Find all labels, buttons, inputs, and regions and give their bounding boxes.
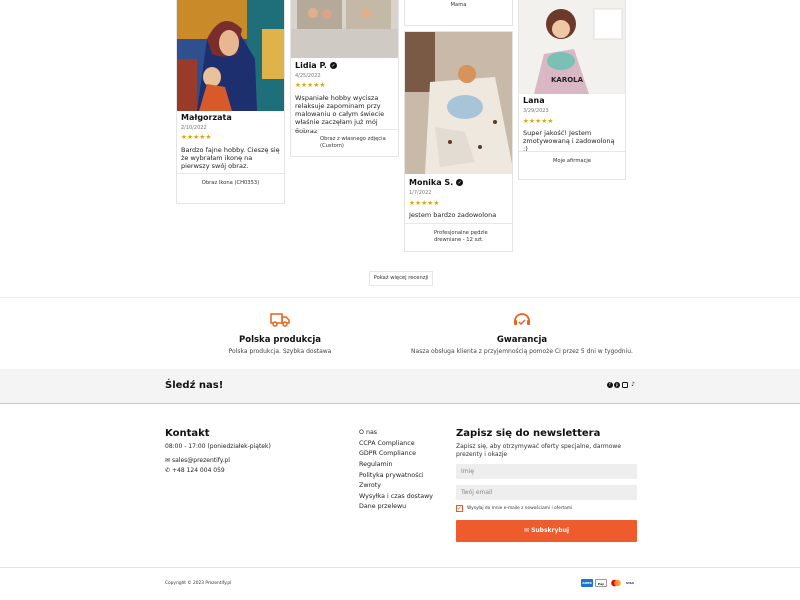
name-input[interactable]: Imię — [456, 464, 637, 479]
instagram-icon[interactable]: ◦ — [622, 382, 628, 388]
visa-icon: VISA — [624, 579, 636, 587]
feature-title: Polska produkcja — [239, 335, 321, 345]
newsletter-title: Zapisz się do newslettera — [456, 428, 601, 439]
email-input[interactable]: Twój email — [456, 485, 637, 500]
subscribe-button[interactable]: ✉ Subskrybuj — [456, 520, 637, 542]
review-card: KAROLA Lana 3/29/2023 ★★★★★ Super jakość… — [518, 0, 626, 180]
review-card: Małgorzata 2/10/2022 ★★★★★ Bardzo fajne … — [176, 0, 285, 204]
star-rating: ★★★★★ — [295, 81, 326, 89]
icon-painting-in-progress-photo — [405, 32, 512, 174]
icon-affirmation-painting: KAROLA — [519, 0, 625, 94]
footer-link[interactable]: CCPA Compliance — [359, 440, 415, 447]
feature-text: Nasza obsługa klienta z przyjemnością po… — [411, 348, 633, 355]
tiktok-icon[interactable]: ♪ — [630, 382, 636, 388]
review-photo[interactable]: KAROLA — [519, 0, 625, 94]
amex-icon: AMEX — [581, 579, 593, 587]
review-card: Lidia P. ✓ 4/25/2022 ★★★★★ Wspaniałe hobb… — [290, 0, 399, 157]
divider — [0, 567, 800, 568]
contact-title: Kontakt — [165, 428, 210, 439]
footer-link[interactable]: Wysyłka i czas dostawy — [359, 493, 433, 500]
review-card: Mama — [404, 0, 513, 26]
divider — [0, 297, 800, 298]
contact-email-row[interactable]: ✉ sales@prezentify.pl — [165, 457, 230, 464]
photo-caption: KAROLA — [551, 76, 584, 84]
feature-title: Gwarancja — [496, 335, 548, 345]
phone-icon: ✆ — [165, 467, 171, 474]
mastercard-icon — [610, 579, 622, 587]
contact-phone[interactable]: +48 124 004 059 — [172, 467, 225, 474]
footer-link[interactable]: Regulamin — [359, 461, 392, 468]
star-rating: ★★★★★ — [523, 117, 554, 125]
review-product-link[interactable]: Obraz z własnego zdjęcia (Custom) — [291, 129, 398, 158]
reviewer-name: Małgorzata — [181, 113, 232, 122]
consent-label: Wysyłaj do mnie e-maile z nowościami i o… — [467, 506, 573, 511]
truck-icon — [270, 312, 290, 331]
review-photo[interactable] — [177, 0, 284, 111]
review-date: 2/10/2022 — [181, 125, 207, 131]
verified-check-icon: ✓ — [456, 179, 464, 186]
star-rating: ★★★★★ — [409, 199, 440, 207]
review-product-link[interactable]: Profesjonalne pędzle drewniane - 12 szt. — [405, 223, 512, 253]
mail-icon: ✉ — [165, 457, 171, 464]
footer-link[interactable]: Dane przelewu — [359, 503, 406, 510]
reviewer-name: Monika S. ✓ — [409, 178, 464, 187]
footer-link[interactable]: Polityka prywatności — [359, 472, 424, 479]
review-date: 1/7/2022 — [409, 190, 432, 196]
icon-painting-image — [177, 0, 284, 111]
review-photo[interactable] — [291, 0, 398, 58]
contact-phone-row[interactable]: ✆ +48 124 004 059 — [165, 467, 225, 474]
star-rating: ★★★★★ — [181, 133, 212, 141]
review-text: Super jakość! Jestem zmotywowaną i zadow… — [523, 129, 615, 154]
review-date: 4/25/2022 — [295, 73, 321, 79]
footer-link[interactable]: GDPR Compliance — [359, 450, 416, 457]
contact-hours: 08:00 - 17:00 (poniedziałek-piątek) — [165, 443, 271, 450]
review-product-link[interactable]: Moje afirmacje — [519, 151, 625, 181]
pinterest-icon[interactable]: p — [614, 382, 620, 388]
copyright-text: Copyright © 2023 Prezentify.pl — [165, 581, 232, 586]
footer-link[interactable]: O nas — [359, 429, 377, 436]
contact-email[interactable]: sales@prezentify.pl — [172, 457, 230, 464]
footer-link[interactable]: Zwroty — [359, 482, 381, 489]
review-product-link[interactable]: Obraz Ikona (CH0353) — [177, 173, 284, 205]
review-card: Monika S. ✓ 1/7/2022 ★★★★★ Jestem bardzo … — [404, 31, 513, 252]
feature-text: Polska produkcja. Szybka dostawa — [228, 348, 332, 355]
review-text: Jestem bardzo zadowolona — [409, 211, 497, 219]
newsletter-description: Zapisz się, aby otrzymywać oferty specja… — [456, 443, 622, 459]
icon-family-photo — [291, 0, 398, 58]
follow-us-band — [0, 369, 800, 404]
consent-checkbox[interactable]: ✓ — [456, 505, 463, 512]
reviewer-name: Lana — [523, 96, 545, 105]
review-photo[interactable] — [405, 32, 512, 174]
verified-check-icon: ✓ — [329, 62, 337, 69]
support-headset-icon — [513, 312, 531, 332]
review-text: Bardzo fajne hobby. Cieszę się że wybrał… — [181, 146, 280, 171]
review-product-link[interactable]: Mama — [405, 0, 512, 9]
mail-icon: ✉ — [523, 527, 532, 534]
load-more-reviews-button[interactable]: Pokaż więcej recenzji — [369, 271, 433, 286]
reviewer-name: Lidia P. ✓ — [295, 61, 337, 70]
apple-pay-icon: Pay — [595, 579, 607, 587]
review-date: 3/29/2023 — [523, 108, 549, 114]
facebook-icon[interactable]: f — [607, 382, 613, 388]
follow-us-title: Śledź nas! — [165, 380, 224, 391]
